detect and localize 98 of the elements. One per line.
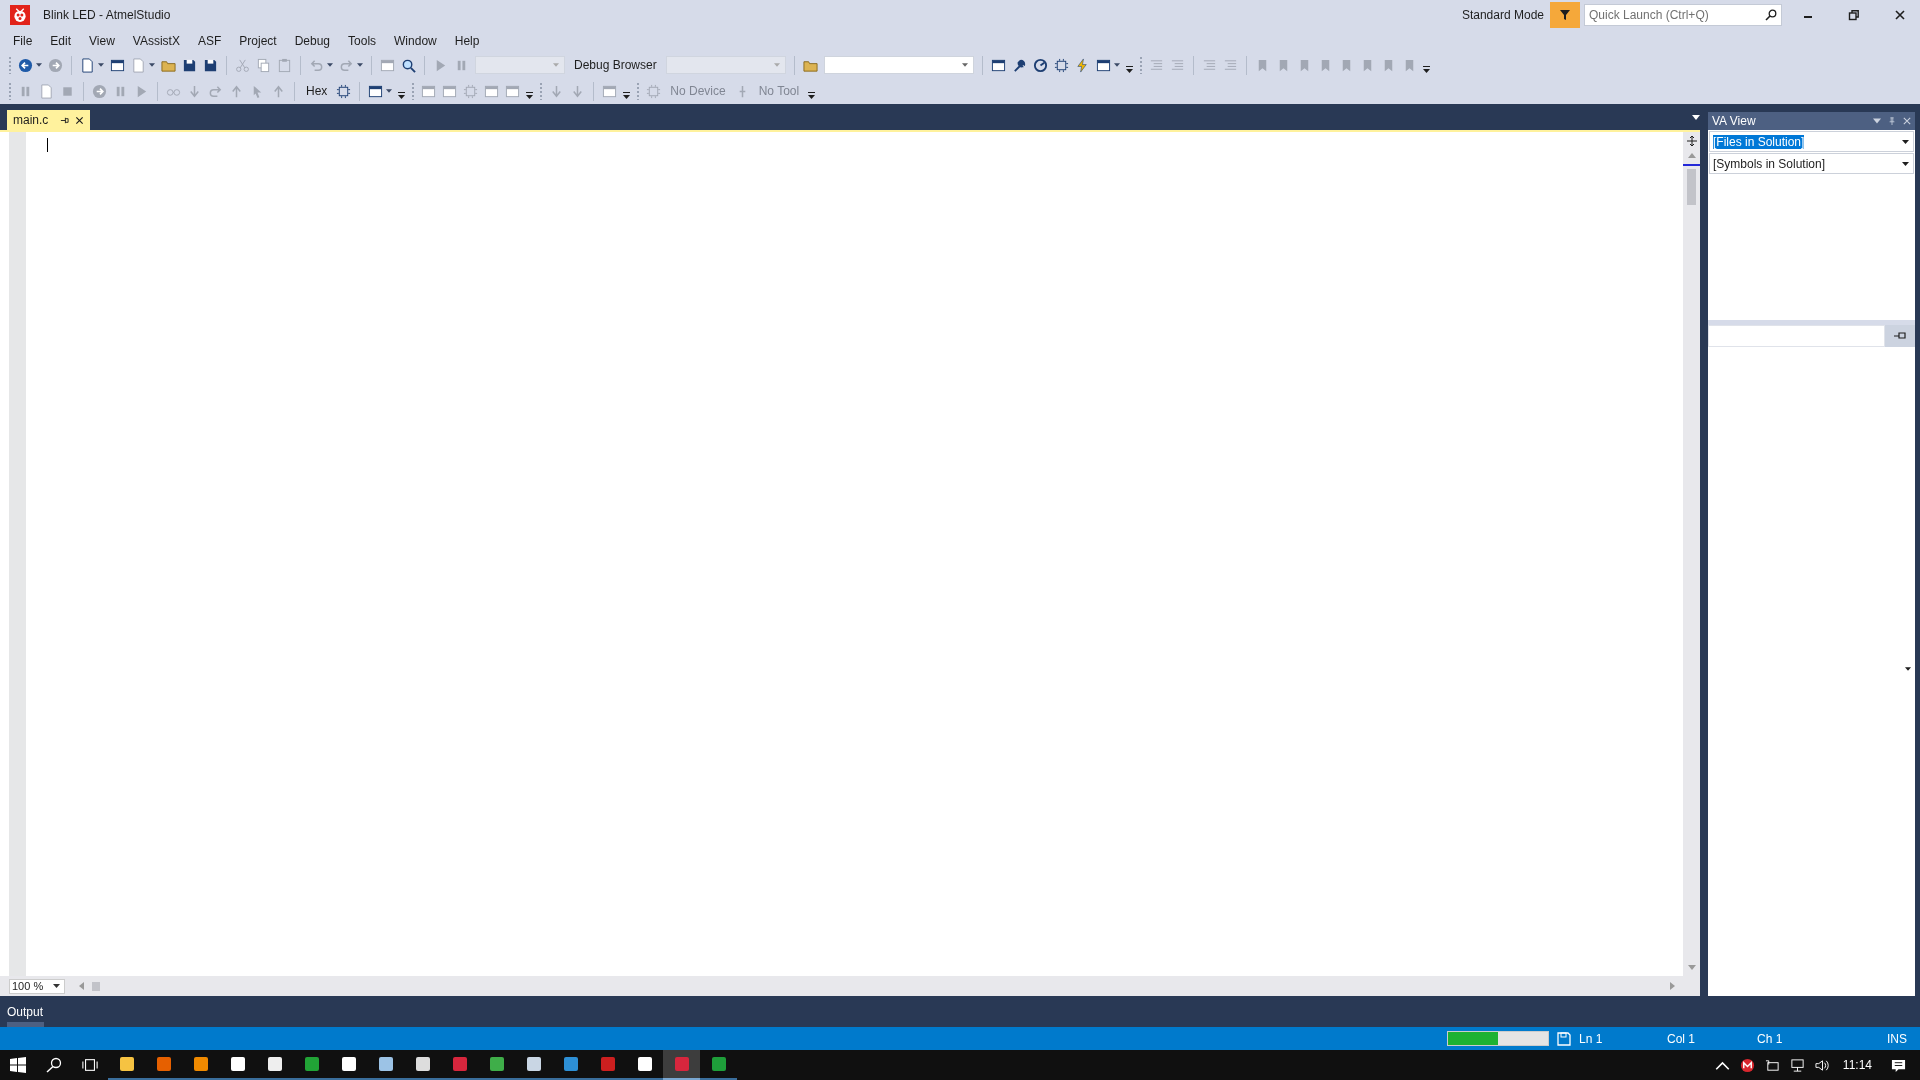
- splitter-icon[interactable]: [1685, 135, 1698, 147]
- menu-item[interactable]: Help: [445, 32, 489, 50]
- pin-icon[interactable]: [60, 115, 70, 125]
- insert-mode: INS: [1887, 1031, 1907, 1046]
- app-icon: [229, 1056, 246, 1072]
- menu-item[interactable]: Project: [230, 32, 286, 50]
- overflow-icon[interactable]: [398, 92, 406, 100]
- app-icon: [525, 1056, 542, 1072]
- window-icon[interactable]: [368, 83, 384, 99]
- zoom-dropdown[interactable]: 100 %: [9, 978, 65, 994]
- overflow-icon[interactable]: [526, 92, 534, 100]
- window-title: Blink LED - AtmelStudio: [43, 8, 171, 22]
- tray-app-icon[interactable]: [1739, 1057, 1755, 1073]
- menu-item[interactable]: View: [80, 32, 124, 50]
- app-icon: [192, 1056, 209, 1072]
- caret-icon[interactable]: [1113, 63, 1120, 67]
- scroll-thumb[interactable]: [92, 981, 100, 991]
- dropdown[interactable]: [Symbols in Solution]: [1709, 153, 1914, 174]
- caret-icon: [1902, 161, 1909, 166]
- mode-label: Standard Mode: [1461, 8, 1544, 22]
- app-icon: [340, 1056, 357, 1072]
- search-icon: [1765, 9, 1777, 21]
- app-icon: [562, 1056, 579, 1072]
- close-icon[interactable]: [75, 115, 85, 125]
- overflow-icon[interactable]: [808, 92, 816, 100]
- app-icon: [451, 1056, 468, 1072]
- caret-icon[interactable]: [1692, 115, 1700, 120]
- menu-item[interactable]: Debug: [285, 32, 340, 50]
- document-tab[interactable]: main.c: [7, 110, 91, 130]
- menu-item[interactable]: Edit: [41, 32, 81, 50]
- char-number: Ch 1: [1757, 1031, 1784, 1046]
- chip-icon[interactable]: [1053, 57, 1069, 73]
- scroll-down-icon[interactable]: [1687, 965, 1696, 970]
- windows-start-icon[interactable]: [10, 1057, 26, 1073]
- network-icon[interactable]: [1789, 1057, 1805, 1073]
- line-number: Ln 1: [1579, 1031, 1604, 1046]
- caret-icon[interactable]: [149, 63, 155, 67]
- gauge-icon[interactable]: [1032, 57, 1048, 73]
- caret-icon[interactable]: [357, 63, 363, 67]
- scroll-left-icon[interactable]: [79, 982, 84, 990]
- app-icon: [710, 1056, 727, 1072]
- column-number: Col 1: [1667, 1031, 1696, 1046]
- pin-icon: [1894, 332, 1906, 340]
- wrench-icon[interactable]: [1011, 57, 1027, 73]
- scroll-thumb[interactable]: [1687, 169, 1696, 205]
- caret-icon[interactable]: [327, 63, 333, 67]
- menu-item[interactable]: File: [4, 32, 42, 50]
- scroll-right-icon[interactable]: [1670, 982, 1675, 990]
- overflow-icon[interactable]: [1125, 66, 1133, 74]
- caret-icon[interactable]: [386, 89, 393, 93]
- caret-icon[interactable]: [1905, 667, 1911, 671]
- app-icon: [488, 1056, 505, 1072]
- input-field[interactable]: [1708, 325, 1885, 347]
- filter-icon: [1559, 9, 1571, 21]
- menu-item[interactable]: VAssistX: [123, 32, 189, 50]
- quick-launch-field[interactable]: Quick Launch (Ctrl+Q): [1584, 4, 1782, 26]
- restore-icon[interactable]: [1848, 9, 1860, 21]
- app-icon: [266, 1056, 283, 1072]
- caret-icon[interactable]: [98, 63, 104, 67]
- menu-item[interactable]: Tools: [339, 32, 386, 50]
- lightning-icon[interactable]: [1074, 57, 1090, 73]
- pin-button[interactable]: [1885, 325, 1915, 347]
- window-icon[interactable]: [990, 57, 1006, 73]
- filter-button[interactable]: [1550, 2, 1580, 28]
- app-icon: [377, 1056, 394, 1072]
- menu-item[interactable]: ASF: [188, 32, 231, 50]
- app-icon: [599, 1056, 616, 1072]
- clock[interactable]: 11:14: [1842, 1058, 1872, 1072]
- toolbar-label[interactable]: Hex: [303, 84, 331, 98]
- notification-icon[interactable]: [1891, 1057, 1906, 1073]
- toolbar-label[interactable]: Debug Browser: [571, 58, 660, 72]
- document-icon[interactable]: [80, 57, 95, 73]
- app-icon: [636, 1056, 653, 1072]
- app-icon: [155, 1056, 172, 1072]
- panel-title: VA View: [1712, 114, 1756, 128]
- app-logo-icon: [10, 5, 30, 25]
- chip-icon[interactable]: [336, 83, 352, 99]
- overflow-icon[interactable]: [1422, 66, 1430, 74]
- task-view-icon[interactable]: [82, 1057, 98, 1073]
- overflow-icon[interactable]: [623, 92, 631, 100]
- close-icon[interactable]: [1894, 9, 1906, 21]
- caret-icon: [1902, 139, 1909, 144]
- window-icon[interactable]: [110, 57, 125, 73]
- app-icon: [118, 1056, 135, 1072]
- speaker-icon[interactable]: [1814, 1057, 1830, 1073]
- caret-icon[interactable]: [36, 63, 42, 67]
- search-icon[interactable]: [46, 1057, 62, 1073]
- app-icon: [414, 1056, 431, 1072]
- scroll-up-icon[interactable]: [1687, 153, 1696, 158]
- vertical-scrollbar[interactable]: [1683, 132, 1700, 976]
- menu-item[interactable]: Window: [385, 32, 446, 50]
- app-icon: [303, 1056, 320, 1072]
- caret-icon: [53, 984, 60, 988]
- window-icon[interactable]: [1095, 57, 1111, 73]
- app-icon: [673, 1056, 690, 1072]
- magnifier-icon[interactable]: [401, 57, 416, 73]
- battery-plug-icon[interactable]: [1764, 1057, 1780, 1073]
- dropdown[interactable]: [Files in Solution]: [1709, 131, 1914, 152]
